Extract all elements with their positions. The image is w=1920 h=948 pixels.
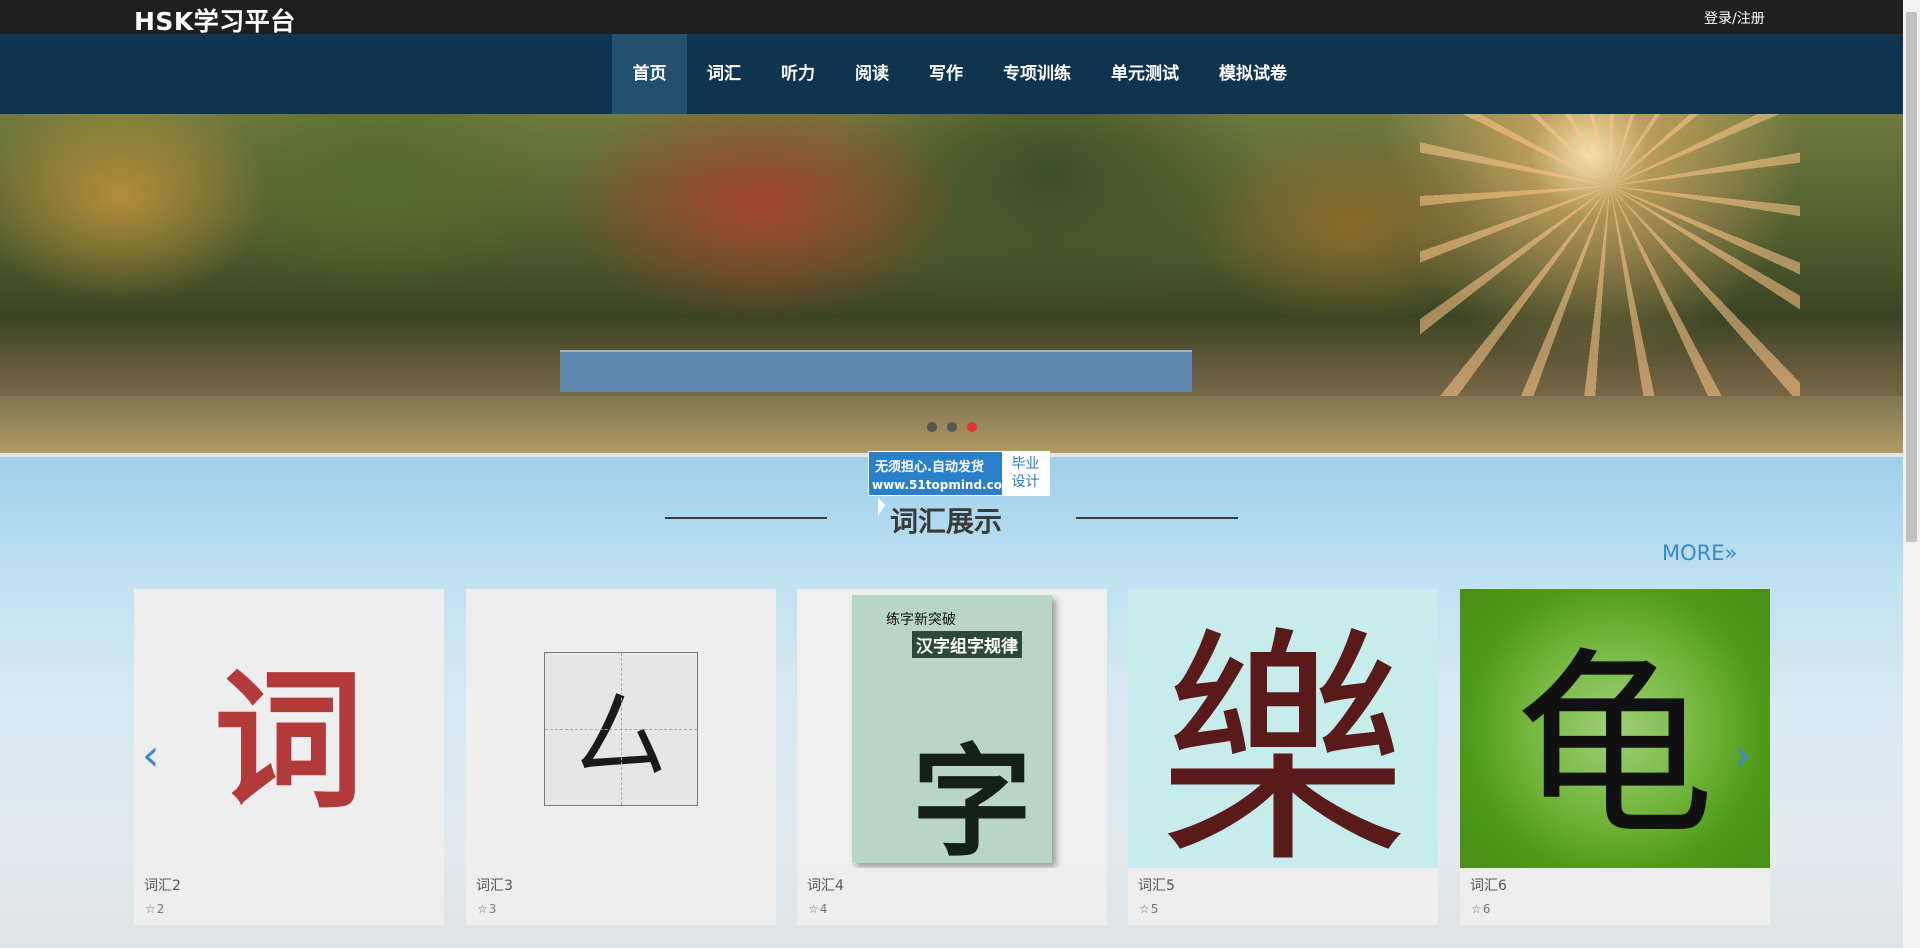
- carousel-dot-2[interactable]: [947, 422, 957, 432]
- scrollbar-thumb[interactable]: [1906, 12, 1917, 542]
- vocab-card[interactable]: 练字新突破 汉字组字规律 字 词汇4 ☆4: [797, 589, 1107, 925]
- rating-count: 6: [1482, 902, 1491, 916]
- vocab-card[interactable]: 樂 词汇5 ☆5: [1128, 589, 1438, 925]
- card-glyph-wrapper: 厶: [466, 589, 776, 868]
- vocab-card-image[interactable]: 樂: [1128, 589, 1438, 868]
- nav-item-special-training[interactable]: 专项训练: [983, 34, 1091, 114]
- more-link[interactable]: MORE»: [1662, 541, 1737, 565]
- site-logo[interactable]: HSK学习平台: [134, 2, 296, 38]
- vocab-card-title[interactable]: 词汇4: [807, 875, 844, 895]
- carousel-prev-arrow-icon[interactable]: ‹: [142, 730, 160, 781]
- title-divider-left: [665, 517, 827, 519]
- vocab-card[interactable]: 词 词汇2 ☆2: [134, 589, 444, 925]
- card-glyph: 词: [134, 589, 444, 868]
- vocab-card-title[interactable]: 词汇6: [1470, 875, 1507, 895]
- star-icon: ☆: [477, 902, 488, 916]
- book-subtitle: 练字新突破: [886, 611, 956, 628]
- watermark-box-line2: 设计: [1011, 474, 1040, 490]
- tian-grid: 厶: [544, 651, 698, 806]
- book-cover: 练字新突破 汉字组字规律 字: [852, 594, 1052, 868]
- nav-item-writing[interactable]: 写作: [909, 34, 983, 114]
- star-icon: ☆: [145, 902, 156, 916]
- nav-item-vocabulary[interactable]: 词汇: [687, 34, 761, 114]
- banner-sun-rays: [1420, 114, 1800, 414]
- vocab-card-image[interactable]: 练字新突破 汉字组字规律 字: [797, 589, 1107, 868]
- card-glyph: 樂: [1128, 589, 1438, 868]
- vocab-card-rating: ☆4: [807, 902, 827, 916]
- nav-item-unit-test[interactable]: 单元测试: [1091, 34, 1199, 114]
- main-nav: 首页 词汇 听力 阅读 写作 专项训练 单元测试 模拟试卷: [0, 34, 1903, 114]
- rating-count: 3: [488, 902, 497, 916]
- nav-item-mock-exam[interactable]: 模拟试卷: [1199, 34, 1307, 114]
- section-title: 词汇展示: [890, 505, 1003, 538]
- card-glyph-wrapper: 练字新突破 汉字组字规律 字: [797, 589, 1107, 868]
- nav-item-listening[interactable]: 听力: [761, 34, 835, 114]
- rating-count: 5: [1150, 902, 1159, 916]
- nav-item-home[interactable]: 首页: [612, 34, 687, 114]
- nav-item-reading[interactable]: 阅读: [835, 34, 909, 114]
- watermark-box: 毕业 设计: [1002, 452, 1049, 495]
- rating-count: 2: [156, 902, 165, 916]
- vocab-card[interactable]: 厶 词汇3 ☆3: [466, 589, 776, 925]
- vocab-card-title[interactable]: 词汇2: [144, 875, 181, 895]
- book-glyph: 字: [912, 731, 1032, 869]
- watermark-url: www.51topmind.com: [872, 478, 1015, 492]
- vocab-card-rating: ☆2: [144, 902, 164, 916]
- vocab-card-image[interactable]: 词: [134, 589, 444, 868]
- vocab-card-title[interactable]: 词汇5: [1138, 875, 1175, 895]
- page-scrollbar[interactable]: [1903, 0, 1920, 948]
- banner-fence: [560, 350, 1192, 392]
- rating-count: 4: [819, 902, 828, 916]
- carousel-next-arrow-icon[interactable]: ›: [1734, 730, 1752, 781]
- top-bar: HSK学习平台 登录/注册: [0, 0, 1903, 36]
- mouse-cursor-icon: [878, 498, 885, 516]
- watermark-box-line1: 毕业: [1011, 456, 1040, 472]
- watermark-line1: 无须担心.自动发货: [875, 460, 984, 475]
- star-icon: ☆: [808, 902, 819, 916]
- hero-banner-image[interactable]: [0, 114, 1903, 453]
- vocab-card-rating: ☆3: [476, 902, 496, 916]
- book-title: 汉字组字规律: [912, 630, 1022, 658]
- login-register-link[interactable]: 登录/注册: [1704, 8, 1765, 28]
- carousel-dot-1[interactable]: [927, 422, 937, 432]
- vocab-card-title[interactable]: 词汇3: [476, 875, 513, 895]
- vocab-card-image[interactable]: 厶: [466, 589, 776, 868]
- star-icon: ☆: [1139, 902, 1150, 916]
- watermark-badge: 无须担心.自动发货 www.51topmind.com 毕业 设计: [868, 451, 1050, 496]
- vocab-card-rating: ☆6: [1470, 902, 1490, 916]
- vocab-card-rating: ☆5: [1138, 902, 1158, 916]
- carousel-dot-3[interactable]: [967, 422, 977, 432]
- vocab-card-image[interactable]: 龟: [1460, 589, 1770, 868]
- title-divider-right: [1076, 517, 1238, 519]
- card-glyph: 龟: [1460, 589, 1770, 868]
- star-icon: ☆: [1471, 902, 1482, 916]
- vocab-card[interactable]: 龟 词汇6 ☆6: [1460, 589, 1770, 925]
